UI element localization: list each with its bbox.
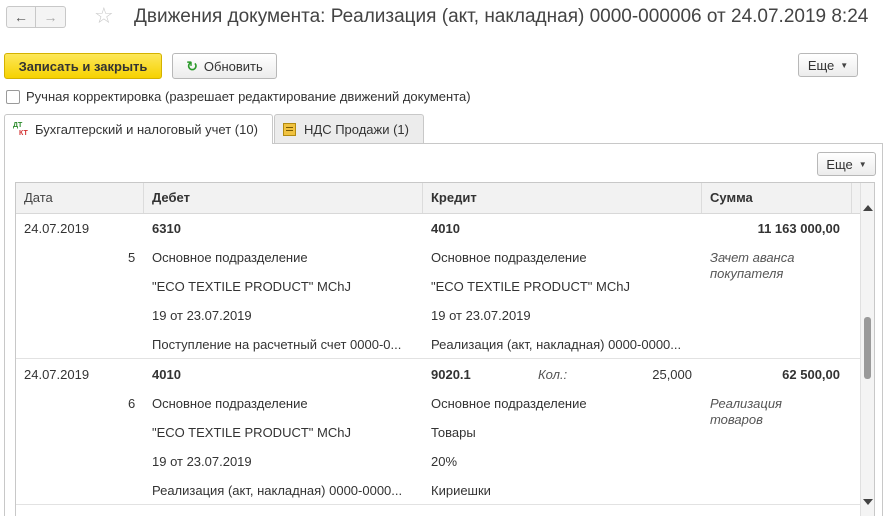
debit-account: 6310 [152, 221, 181, 236]
manual-correction-checkbox[interactable] [6, 90, 20, 104]
row-comment: Реализация товаров [710, 396, 782, 427]
credit-subconto-3: 20% [431, 454, 458, 469]
column-header-sum[interactable]: Сумма [702, 183, 852, 213]
arrow-right-icon: → [43, 9, 58, 25]
save-and-close-button[interactable]: Записать и закрыть [4, 53, 162, 79]
refresh-label: Обновить [203, 58, 263, 74]
debit-subconto-3: 19 от 23.07.2019 [152, 308, 252, 323]
credit-subconto-1: Основное подразделение [431, 396, 587, 411]
row-date: 24.07.2019 [24, 221, 90, 236]
arrow-left-icon: ← [14, 9, 28, 25]
column-header-debit[interactable]: Дебет [144, 183, 423, 213]
credit-subconto-1: Основное подразделение [431, 250, 587, 265]
debit-document: Поступление на расчетный счет 0000-0... [152, 337, 402, 352]
row-sum: 62 500,00 [782, 367, 840, 382]
credit-subconto-4: Кириешки [431, 483, 491, 498]
table-header: Дата Дебет Кредит Сумма [16, 183, 861, 214]
credit-account: 9020.1 [431, 367, 471, 382]
forward-button[interactable]: → [36, 6, 66, 28]
more-button[interactable]: Еще ▼ [798, 53, 858, 77]
movements-table[interactable]: Дата Дебет Кредит Сумма 24.07.2019 5 631… [15, 182, 875, 516]
column-header-date[interactable]: Дата [16, 183, 144, 213]
credit-subconto-2: Товары [431, 425, 476, 440]
star-icon[interactable]: ☆ [94, 3, 114, 29]
manual-correction-label[interactable]: Ручная корректировка (разрешает редактир… [26, 89, 471, 104]
debit-subconto-1: Основное подразделение [152, 396, 308, 411]
debit-account: 4010 [152, 367, 181, 382]
debit-subconto-1: Основное подразделение [152, 250, 308, 265]
debit-subconto-2: "ECO TEXTILE PRODUCT" MChJ [152, 425, 351, 440]
tab-accounting-label: Бухгалтерский и налоговый учет (10) [35, 122, 258, 137]
row-sum: 11 163 000,00 [757, 221, 840, 236]
debit-document: Реализация (акт, накладная) 0000-0000... [152, 483, 403, 498]
scroll-up-icon[interactable] [863, 205, 873, 211]
refresh-button[interactable]: ↻ Обновить [172, 53, 277, 79]
quantity-value: 25,000 [652, 367, 692, 382]
caret-down-icon: ▼ [840, 60, 849, 70]
credit-document: Реализация (акт, накладная) 0000-0000... [431, 337, 682, 352]
credit-subconto-3: 19 от 23.07.2019 [431, 308, 531, 323]
row-number: 6 [128, 396, 136, 411]
row-divider [16, 504, 861, 505]
scroll-thumb[interactable] [864, 317, 871, 379]
tab-accounting[interactable]: ДТ КТ Бухгалтерский и налоговый учет (10) [4, 114, 273, 144]
credit-subconto-2: "ECO TEXTILE PRODUCT" MChJ [431, 279, 630, 294]
register-icon [283, 122, 296, 136]
grid-more-button[interactable]: Еще ▼ [817, 152, 876, 176]
caret-down-icon: ▼ [858, 159, 867, 169]
window-title: Движения документа: Реализация (акт, нак… [134, 6, 869, 27]
row-date: 24.07.2019 [24, 367, 90, 382]
debit-subconto-3: 19 от 23.07.2019 [152, 454, 252, 469]
debit-subconto-2: "ECO TEXTILE PRODUCT" MChJ [152, 279, 351, 294]
more-label: Еще [807, 57, 835, 73]
scroll-down-icon[interactable] [863, 499, 873, 505]
tab-vat-sales-label: НДС Продажи (1) [304, 121, 409, 137]
dt-kt-icon: ДТ КТ [13, 121, 28, 137]
quantity-label: Кол.: [538, 367, 568, 382]
column-header-credit[interactable]: Кредит [423, 183, 702, 213]
row-divider [16, 358, 861, 359]
refresh-icon: ↻ [186, 57, 198, 74]
grid-more-label: Еще [826, 156, 853, 172]
back-button[interactable]: ← [6, 6, 36, 28]
tab-vat-sales[interactable]: НДС Продажи (1) [274, 114, 424, 143]
credit-account: 4010 [431, 221, 460, 236]
row-number: 5 [128, 250, 136, 265]
row-comment: Зачет аванса покупателя [710, 250, 795, 281]
vertical-scrollbar[interactable] [860, 183, 874, 516]
